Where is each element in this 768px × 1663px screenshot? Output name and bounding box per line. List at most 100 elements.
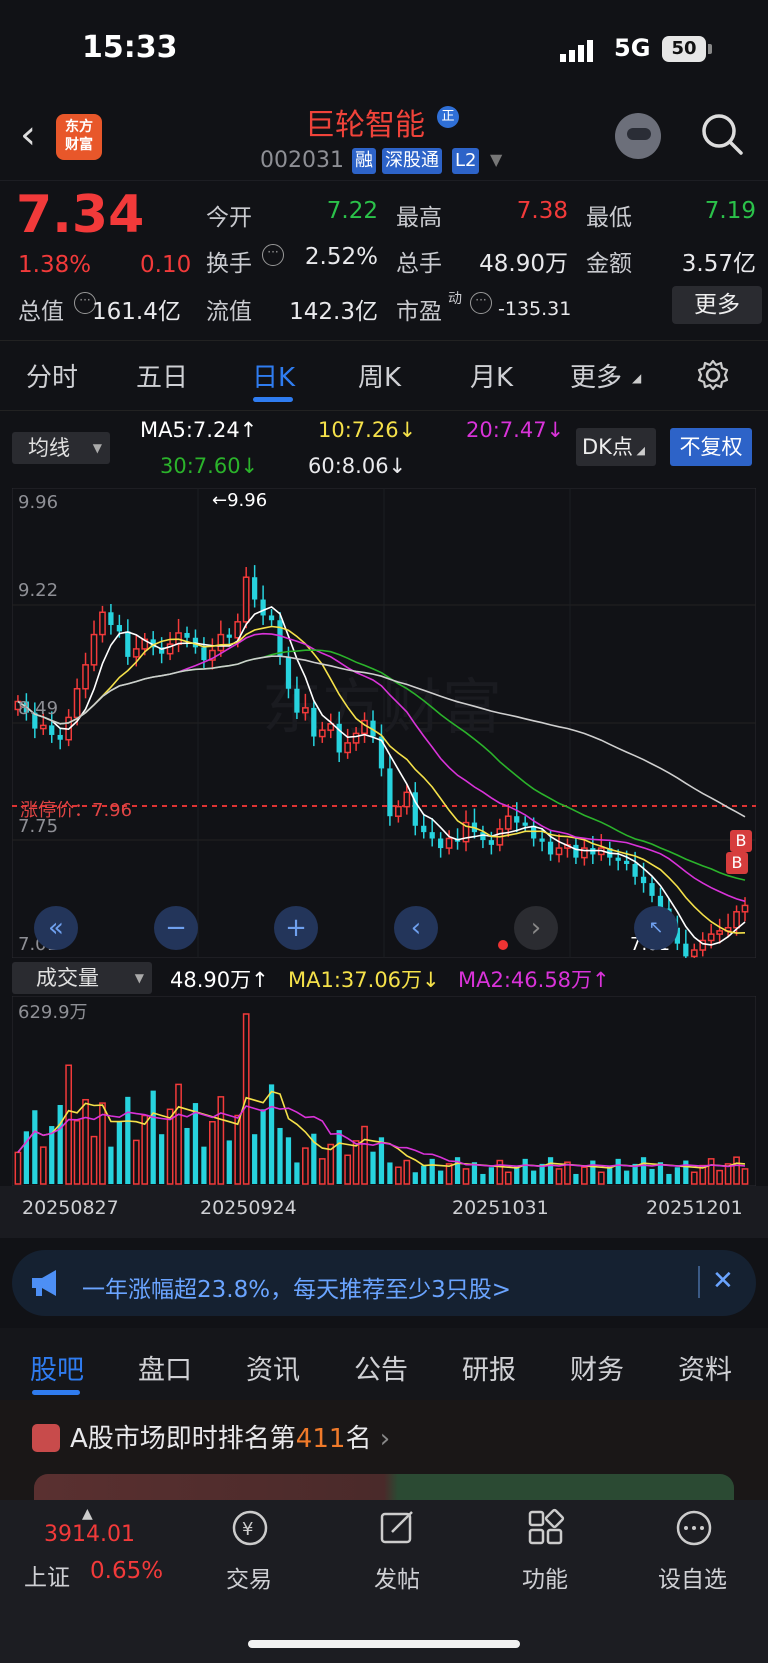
max-price-label: ←9.96 [212,490,268,511]
volume-bar [141,1114,149,1185]
nav-watchlist[interactable]: 设自选 [658,1560,727,1594]
pe-label: 市盈 [396,299,442,325]
tab-announcements[interactable]: 公告 [354,1348,408,1387]
promo-text[interactable]: 一年涨幅超23.8%，每天推荐至少3只股> [82,1270,511,1304]
turnover-label: 换手 [206,251,252,277]
volume-value: 48.90万↑ [170,968,269,992]
low-value: 7.19 [704,198,756,224]
candle-body [421,825,427,833]
candle-body [260,599,266,616]
info-icon[interactable]: ··· [470,292,492,314]
volume-bar [285,1137,292,1184]
nav-functions[interactable]: 功能 [522,1560,568,1594]
volume-ma1: MA1:37.06万↓ [288,968,440,992]
adjust-button[interactable]: 不复权 [670,428,752,466]
chevron-down-icon[interactable]: ▼ [490,150,502,169]
compose-icon[interactable] [378,1508,418,1548]
tab-daily-k[interactable]: 日K [252,357,295,394]
nav-trade[interactable]: 交易 [226,1560,272,1594]
indicator-select[interactable]: 均线 ▼ [12,432,110,464]
battery-icon: 50 [662,36,706,62]
candle-body [683,943,689,957]
zoom-in-button[interactable]: + [274,906,318,950]
tab-profile[interactable]: 资料 [678,1348,732,1387]
fast-back-button[interactable]: « [34,906,78,950]
trade-icon[interactable]: ¥ [230,1508,270,1548]
tab-five-day[interactable]: 五日 [136,357,188,394]
chevron-down-icon: ▼ [134,971,144,985]
info-icon[interactable]: ··· [262,244,284,266]
buy-marker[interactable]: B [726,852,748,874]
candle-body [285,656,292,689]
volume-bar [73,1120,81,1185]
volume-indicator-select[interactable]: 成交量 ▼ [12,962,152,994]
candle-body [352,732,360,744]
search-icon[interactable] [700,112,744,156]
candle-body [82,664,89,690]
candle-body [573,844,579,858]
tab-news[interactable]: 资讯 [246,1348,300,1387]
tag-l2[interactable]: L2 [452,148,480,174]
volume-select-label: 成交量 [36,966,99,990]
divider [0,180,768,181]
tag-margin[interactable]: 融 [352,148,376,174]
tab-financials[interactable]: 财务 [570,1348,624,1387]
scroll-left-button[interactable]: ‹ [394,906,438,950]
limit-up-price-label: 涨停价：7.96 [20,800,133,821]
nav-post[interactable]: 发帖 [374,1560,420,1594]
rank-number: 411 [295,1424,346,1454]
index-pct[interactable]: 0.65% [90,1558,163,1584]
tab-weekly-k[interactable]: 周K [358,357,401,394]
ranking-text[interactable]: A股市场即时排名第411名 › [70,1418,390,1455]
candle-body [539,838,545,842]
more-button[interactable]: 更多 [672,286,762,324]
volume-bar [547,1157,554,1184]
candle-body [344,742,352,754]
candle-body [640,876,647,884]
candle-body [217,633,225,652]
volume-bar [352,1140,360,1185]
tab-order-book[interactable]: 盘口 [138,1348,192,1387]
close-icon[interactable]: ✕ [712,1266,734,1296]
buy-marker[interactable]: B [730,830,752,852]
tab-research[interactable]: 研报 [462,1348,516,1387]
expand-icon[interactable]: ↖ [634,906,678,950]
scroll-right-button[interactable]: › [514,906,558,950]
more-dots-icon[interactable] [674,1508,714,1548]
float-value: 142.3亿 [289,299,378,325]
volume-bar [14,1151,22,1185]
zoom-out-button[interactable]: − [154,906,198,950]
volume-bar [555,1168,563,1185]
back-icon[interactable]: ‹ [20,112,36,158]
candle-body [733,911,740,929]
indicator-select-label: 均线 [28,436,70,460]
volume-bar [116,1121,122,1184]
tab-monthly-k[interactable]: 月K [470,357,513,394]
candle-body [429,832,435,839]
candle-body [403,791,411,808]
current-price: 7.34 [16,185,145,245]
settings-gear-icon[interactable] [697,359,729,391]
dk-point-select[interactable]: DK点 ◢ [576,428,656,466]
volume-bar [108,1146,114,1184]
tag-shen-gu-tong[interactable]: 深股通 [382,148,442,174]
candle-body [268,615,275,621]
tab-intraday[interactable]: 分时 [26,357,78,394]
dk-label: DK点 [582,435,633,459]
candle-body [116,625,122,632]
volume-bar [590,1160,596,1184]
battery-tip [708,44,712,54]
index-name[interactable]: 上证 [24,1558,70,1592]
tab-forum[interactable]: 股吧 [30,1348,84,1387]
stock-code: 002031 [260,148,344,173]
kline-chart[interactable]: 东方财富 [12,488,756,958]
volume-chart[interactable] [12,996,756,1186]
tab-more[interactable]: 更多 [570,357,622,394]
mktcap-label: 总值 [18,299,64,325]
volume-bar [504,1171,512,1185]
grid-icon[interactable] [526,1508,566,1548]
tab-underline [253,397,293,402]
network-type: 5G [614,34,651,62]
index-value[interactable]: 3914.01 [44,1522,135,1547]
rank-suffix: 名 [345,1424,372,1454]
